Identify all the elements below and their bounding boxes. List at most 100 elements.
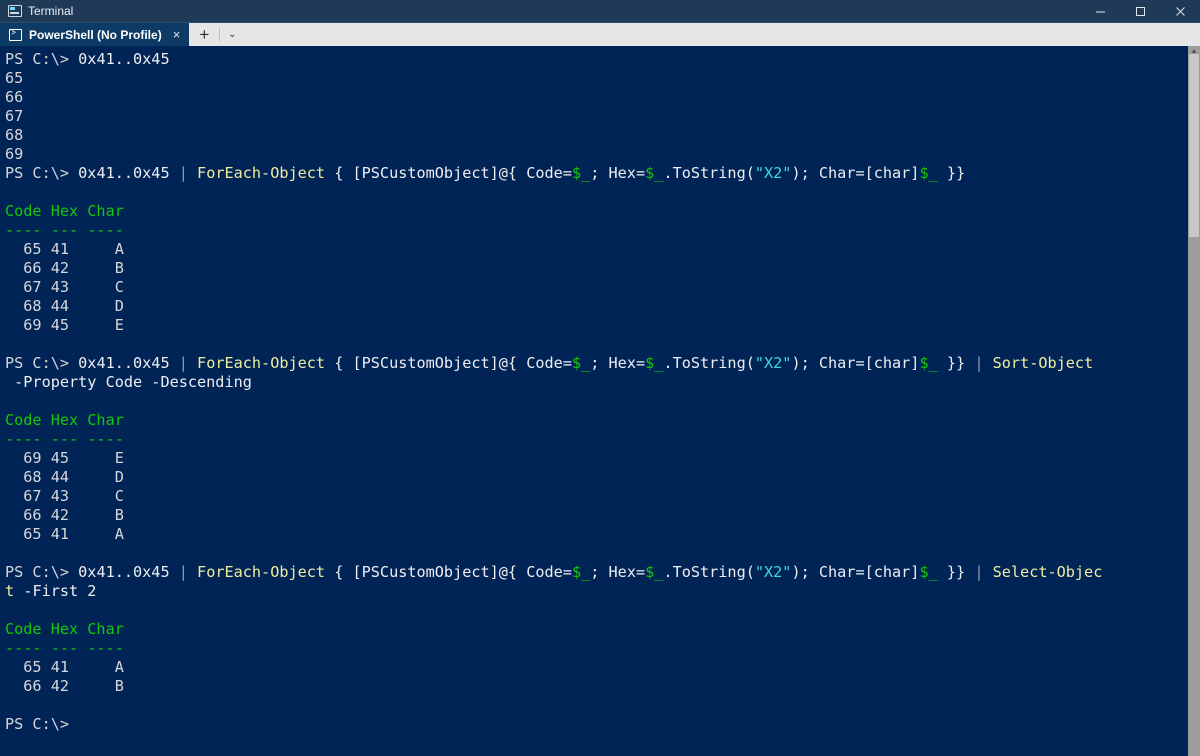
close-icon: [1175, 6, 1185, 16]
terminal-line: Code Hex Char: [5, 202, 1190, 221]
terminal-span: ); Char=[char]: [791, 164, 920, 182]
terminal-span: }}: [937, 164, 966, 182]
terminal-span: Select-Objec: [992, 563, 1103, 581]
terminal-span: $_: [571, 164, 591, 182]
terminal-line: 66 42 B: [5, 506, 1190, 525]
terminal-span: { [PSCustomObject]@{ Code=: [334, 354, 572, 372]
terminal-line: t -First 2: [5, 582, 1190, 601]
maximize-icon: [1135, 6, 1145, 16]
terminal-span: ---- --- ----: [5, 430, 124, 448]
minimize-button[interactable]: [1080, 0, 1120, 22]
terminal-span: |: [178, 563, 198, 581]
terminal-line: 66 42 B: [5, 259, 1190, 278]
terminal-span: $_: [571, 354, 591, 372]
terminal-line: Code Hex Char: [5, 411, 1190, 430]
terminal-span: $_: [919, 354, 938, 372]
terminal-span: "X2": [754, 563, 792, 581]
terminal-span: ; Hex=: [590, 563, 646, 581]
terminal-line: 66: [5, 88, 1190, 107]
terminal-span: 69 45 E: [5, 316, 124, 334]
terminal-span: ); Char=[char]: [791, 563, 920, 581]
terminal-line: Code Hex Char: [5, 620, 1190, 639]
terminal-span: PS C:\>: [5, 50, 79, 68]
terminal-span: 65 41 A: [5, 240, 124, 258]
terminal-span: 67 43 C: [5, 278, 124, 296]
terminal-span: |: [974, 354, 993, 372]
terminal-line: 66 42 B: [5, 677, 1190, 696]
terminal-span: 65: [5, 69, 24, 87]
terminal-span: $_: [919, 164, 938, 182]
tab-powershell-no-profile[interactable]: PowerShell (No Profile) ×: [0, 23, 190, 46]
new-tab-button[interactable]: +: [189, 23, 219, 46]
terminal-icon: [8, 5, 22, 17]
tab-strip: PowerShell (No Profile) × + ⌄: [0, 22, 1200, 46]
terminal-line: 69: [5, 145, 1190, 164]
terminal-span: }}: [937, 354, 975, 372]
window-titlebar: Terminal: [0, 0, 1200, 22]
terminal-line: PS C:\> 0x41..0x45 | ForEach-Object { [P…: [5, 563, 1190, 582]
close-button[interactable]: [1160, 0, 1200, 22]
terminal-line: ---- --- ----: [5, 639, 1190, 658]
terminal-span: ---- --- ----: [5, 221, 124, 239]
maximize-button[interactable]: [1120, 0, 1160, 22]
terminal-span: 66 42 B: [5, 506, 124, 524]
terminal-scrollbar[interactable]: ▲: [1188, 46, 1200, 756]
terminal-line: 68 44 D: [5, 468, 1190, 487]
terminal-line: 65 41 A: [5, 525, 1190, 544]
terminal-span: |: [178, 354, 198, 372]
terminal-span: $_: [919, 563, 938, 581]
terminal-span: .ToString(: [663, 164, 755, 182]
terminal-span: ; Hex=: [590, 354, 646, 372]
terminal-span: Code Hex Char: [5, 411, 124, 429]
terminal-span: $_: [645, 164, 664, 182]
window-title: Terminal: [28, 4, 74, 18]
terminal-span: 67 43 C: [5, 487, 124, 505]
terminal-span: ForEach-Object: [197, 164, 335, 182]
terminal-span: PS C:\>: [5, 164, 79, 182]
minimize-icon: [1095, 11, 1105, 12]
window-controls: [1080, 0, 1200, 22]
terminal-line: 69 45 E: [5, 316, 1190, 335]
terminal-span: t: [5, 582, 15, 600]
terminal-span: ForEach-Object: [197, 354, 335, 372]
scrollbar-thumb[interactable]: [1189, 54, 1199, 237]
terminal-surface[interactable]: PS C:\> 0x41..0x45 65 66 67 68 69 PS C:\> 0x41…: [0, 46, 1200, 756]
terminal-span: Sort-Object: [992, 354, 1094, 372]
terminal-line: PS C:\>: [5, 715, 1190, 734]
terminal-span: $_: [645, 354, 664, 372]
terminal-span: 65 41 A: [5, 525, 124, 543]
tab-label: PowerShell (No Profile): [29, 27, 162, 42]
powershell-icon: [9, 28, 22, 41]
terminal-span: 66 42 B: [5, 677, 124, 695]
terminal-span: 66 42 B: [5, 259, 124, 277]
terminal-line: PS C:\> 0x41..0x45: [5, 50, 1190, 69]
terminal-span: $_: [645, 563, 664, 581]
terminal-span: { [PSCustomObject]@{ Code=: [334, 164, 572, 182]
terminal-span: PS C:\>: [5, 354, 79, 372]
terminal-span: |: [974, 563, 993, 581]
terminal-span: 67: [5, 107, 24, 125]
terminal-span: ); Char=[char]: [791, 354, 920, 372]
terminal-span: PS C:\>: [5, 715, 70, 733]
terminal-span: .ToString(: [663, 563, 755, 581]
tab-close-icon[interactable]: ×: [171, 28, 183, 41]
chevron-down-icon[interactable]: ⌄: [220, 23, 244, 46]
terminal-span: Code Hex Char: [5, 620, 124, 638]
terminal-line: 67: [5, 107, 1190, 126]
terminal-output[interactable]: PS C:\> 0x41..0x45 65 66 67 68 69 PS C:\> 0x41…: [0, 46, 1190, 734]
terminal-span: .ToString(: [663, 354, 755, 372]
terminal-line: 65 41 A: [5, 658, 1190, 677]
terminal-span: PS C:\>: [5, 563, 79, 581]
terminal-span: |: [178, 164, 198, 182]
terminal-span: 68 44 D: [5, 468, 124, 486]
terminal-span: 0x41..0x45: [78, 563, 179, 581]
terminal-line: 67 43 C: [5, 278, 1190, 297]
titlebar-left-group: Terminal: [0, 0, 73, 22]
terminal-span: $_: [571, 563, 591, 581]
terminal-span: "X2": [754, 354, 792, 372]
